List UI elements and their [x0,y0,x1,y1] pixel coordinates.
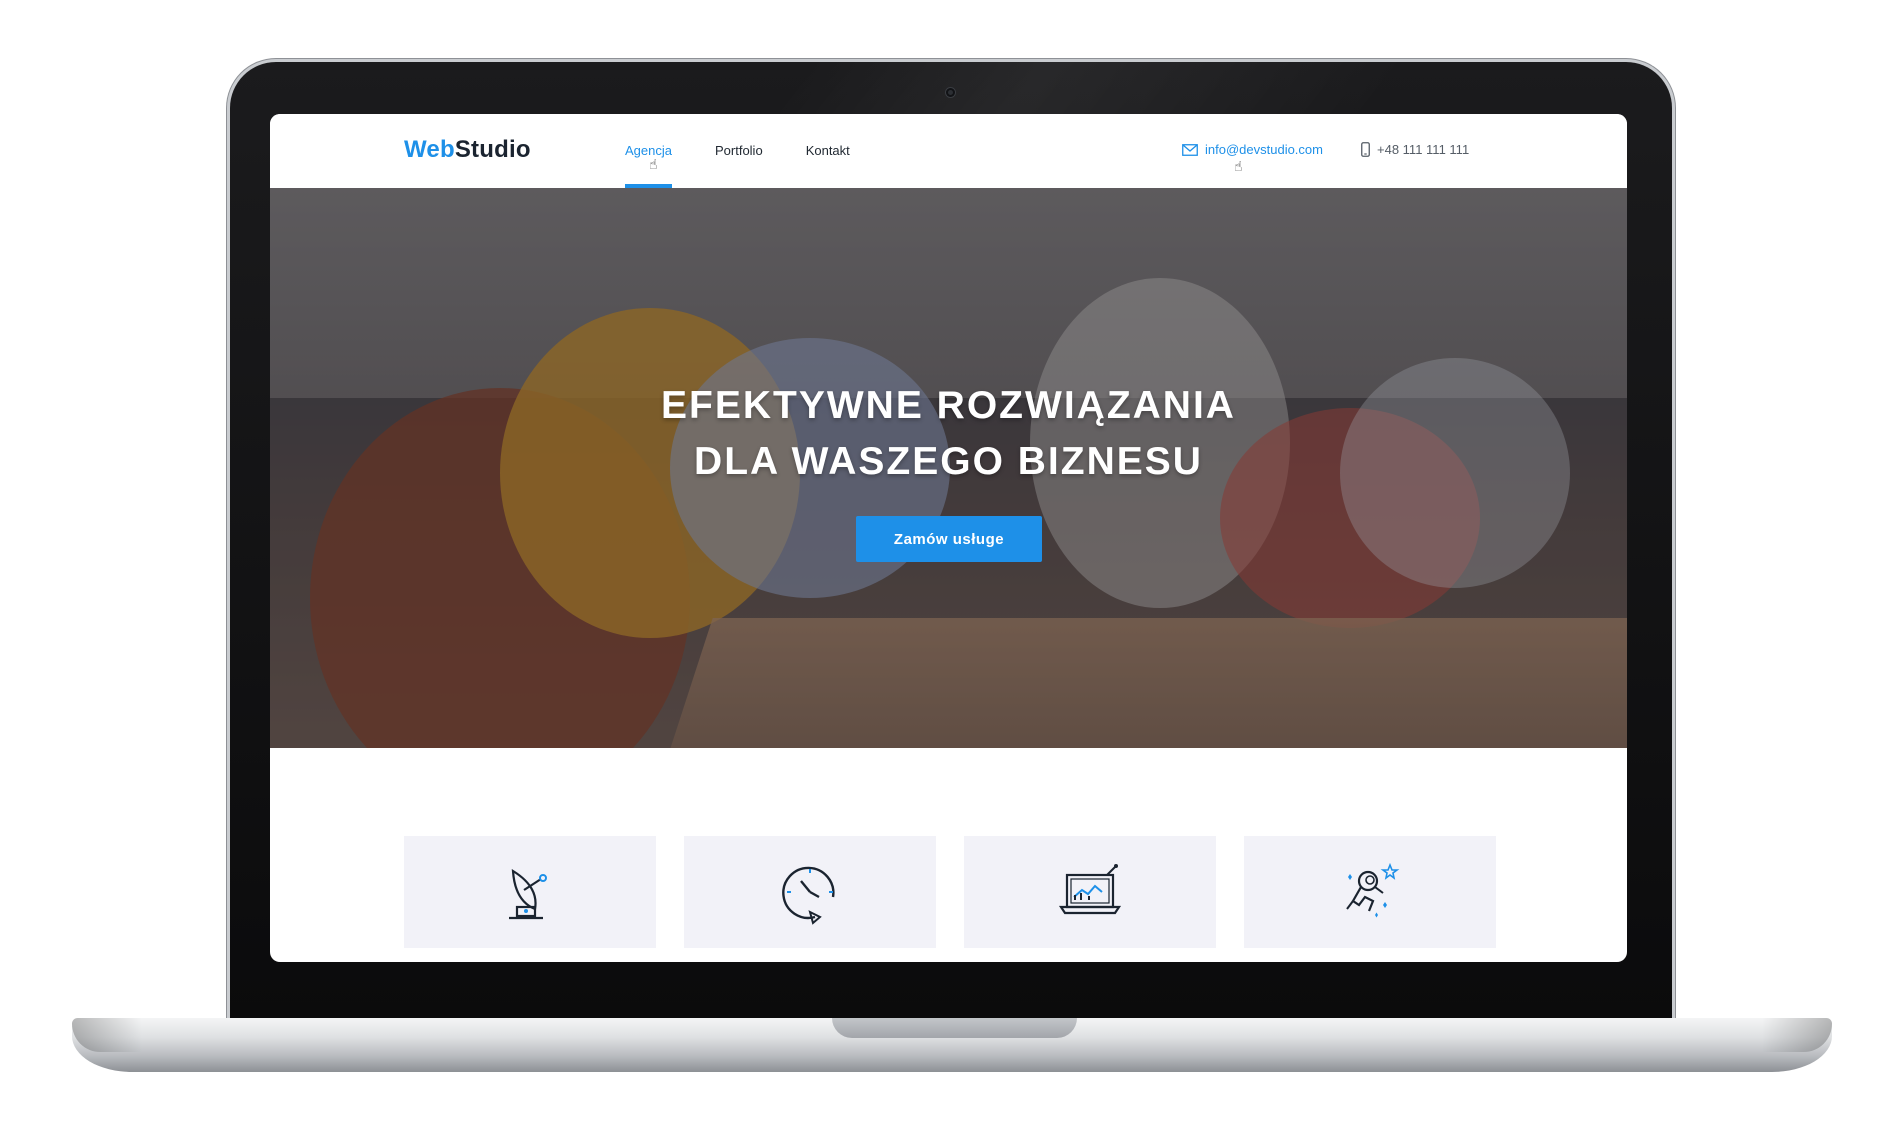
hero-title-line-2: DLA WASZEGO BIZNESU [694,440,1203,483]
features-row [404,836,1496,948]
feature-card-analytics[interactable] [964,836,1216,948]
mobile-phone-icon [1361,142,1370,157]
laptop-screen: WebStudio Agencja Portfolio Kontakt ☝ in… [270,114,1627,962]
nav-item-kontakt[interactable]: Kontakt [806,114,850,188]
nav-item-portfolio[interactable]: Portfolio [715,114,763,188]
feature-card-time[interactable] [684,836,936,948]
clock-cycle-icon [782,866,835,925]
laptop-notch [832,1018,1077,1038]
order-service-button[interactable]: Zamów usługe [856,516,1042,562]
pointer-cursor-icon: ☝ [1234,158,1243,174]
logo-part-web: Web [404,136,455,163]
envelope-icon [1182,143,1198,156]
pointer-cursor-icon: ☝ [649,156,658,172]
logo-part-studio: Studio [454,136,531,163]
hero-title: EFEKTYWNE ROZWIĄZANIA DLA WASZEGO BIZNES… [270,378,1627,490]
astronaut-icon [1346,862,1400,918]
feature-card-creative[interactable] [1244,836,1496,948]
contact-phone-text: +48 111 111 111 [1377,142,1470,157]
lid-glare [769,62,1411,114]
hero-section: EFEKTYWNE ROZWIĄZANIA DLA WASZEGO BIZNES… [270,188,1627,748]
nav-item-agencja[interactable]: Agencja [625,114,672,188]
satellite-dish-icon [509,868,547,920]
hero-title-line-1: EFEKTYWNE ROZWIĄZANIA [661,384,1236,427]
contact-email-link[interactable]: info@devstudio.com [1182,142,1323,157]
webcam-icon [946,88,955,97]
laptop-chart-icon [1058,864,1122,915]
contact-email-text: info@devstudio.com [1205,142,1323,157]
feature-card-satellite[interactable] [404,836,656,948]
contact-phone-link[interactable]: +48 111 111 111 [1361,142,1469,157]
site-header: WebStudio Agencja Portfolio Kontakt ☝ in… [270,114,1627,188]
site-logo[interactable]: WebStudio [404,136,531,164]
main-nav: Agencja Portfolio Kontakt [625,114,893,188]
